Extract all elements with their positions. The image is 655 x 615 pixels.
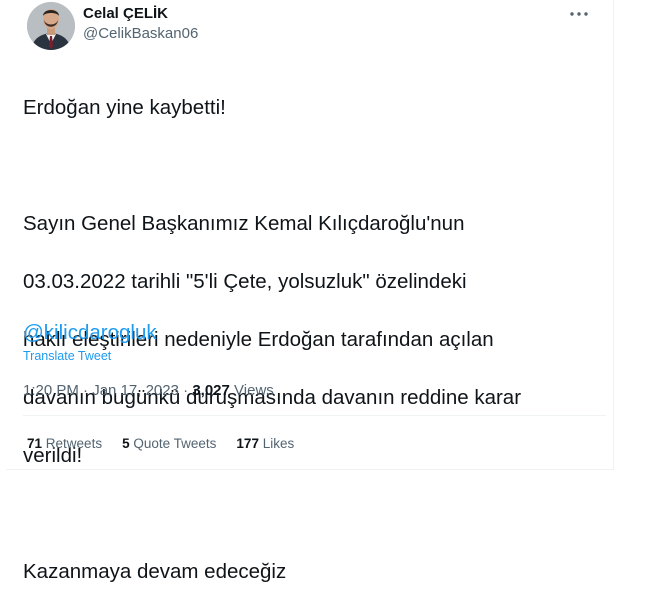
mention-link[interactable]: @kilicdarogluk xyxy=(23,318,157,347)
author-name[interactable]: Celal ÇELİK xyxy=(83,5,168,22)
likes-label: Likes xyxy=(262,436,295,451)
quotes-count: 5 xyxy=(122,436,130,451)
likes-count: 177 xyxy=(236,436,259,451)
tweet-meta: 1:20 PM · Jan 17, 2023 · 3,027 Views xyxy=(23,382,274,399)
tweet-text-line: Erdoğan yine kaybetti! xyxy=(23,96,226,119)
retweets-label: Retweets xyxy=(45,436,103,451)
avatar[interactable] xyxy=(27,2,75,50)
translate-tweet-link[interactable]: Translate Tweet xyxy=(23,349,111,363)
tweet-card: Celal ÇELİK @CelikBaskan06 Erdoğan yine … xyxy=(6,0,614,583)
views-label: Views xyxy=(234,382,274,399)
quotes-label: Quote Tweets xyxy=(133,436,217,451)
likes-stat[interactable]: 177 Likes xyxy=(236,436,294,451)
author-handle[interactable]: @CelikBaskan06 xyxy=(83,25,198,42)
retweets-count: 71 xyxy=(27,436,43,451)
tweet-text-line: 03.03.2022 tarihli "5'li Çete, yolsuzluk… xyxy=(23,270,467,293)
tweet-text-line xyxy=(23,151,583,180)
retweets-stat[interactable]: 71 Retweets xyxy=(27,436,102,451)
views-count: 3,027 xyxy=(192,382,230,399)
tweet-stats: 71 Retweets 5 Quote Tweets 177 Likes xyxy=(27,436,314,451)
tweet-time[interactable]: 1:20 PM xyxy=(23,382,79,399)
meta-separator: · xyxy=(178,382,193,399)
meta-separator: · xyxy=(78,382,93,399)
avatar-image xyxy=(27,2,75,50)
tweet-text-line: Sayın Genel Başkanımız Kemal Kılıçdaroğl… xyxy=(23,212,465,235)
more-horizontal-icon[interactable] xyxy=(567,4,591,24)
tweet-text-line: Kazanmaya devam edeceğiz xyxy=(23,560,287,583)
tweet-text-line xyxy=(23,499,583,528)
tweet-date[interactable]: Jan 17, 2023 xyxy=(92,382,179,399)
divider xyxy=(23,415,606,416)
quote-tweets-stat[interactable]: 5 Quote Tweets xyxy=(122,436,216,451)
